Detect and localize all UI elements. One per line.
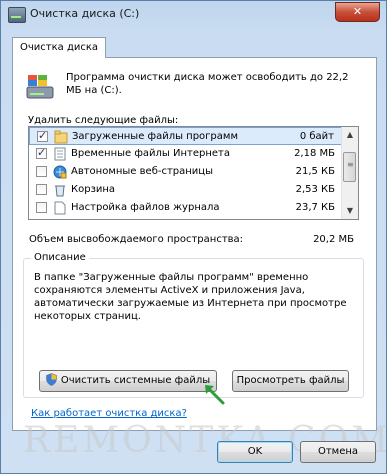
list-item[interactable]: Загруженные файлы программ 0 байт (29, 127, 343, 145)
file-checkbox[interactable] (36, 202, 47, 213)
tab-disk-cleanup[interactable]: Очистка диска (12, 37, 106, 58)
file-name: Настройка файлов журнала (71, 202, 220, 213)
file-size: 23,7 КБ (295, 202, 335, 213)
file-name: Загруженные файлы программ (72, 131, 238, 142)
ok-button[interactable]: OK (217, 441, 293, 463)
files-to-delete-label: Удалить следующие файлы: (28, 115, 179, 126)
file-size: 2,18 МБ (294, 148, 335, 159)
files-list[interactable]: Загруженные файлы программ 0 байт Времен… (28, 126, 359, 220)
description-group-title: Описание (31, 252, 89, 263)
clean-system-files-button[interactable]: Очистить системные файлы (39, 370, 217, 392)
file-size: 2,53 КБ (295, 184, 335, 195)
disk-cleanup-icon (26, 75, 54, 99)
scroll-up-arrow-icon[interactable]: ▲ (342, 127, 358, 143)
list-item[interactable]: Корзина 2,53 КБ (29, 181, 343, 199)
description-text: В папке "Загруженные файлы программ" вре… (34, 272, 347, 322)
view-files-button[interactable]: Просмотреть файлы (232, 370, 349, 392)
title-bar[interactable]: Очистка диска (C:) ✕ (1, 1, 386, 29)
green-pointer-arrow (205, 385, 225, 405)
file-size: 0 байт (299, 131, 334, 142)
list-scrollbar[interactable]: ▲ ▼ (341, 127, 358, 219)
disk-cleanup-app-icon (8, 7, 26, 23)
cancel-button[interactable]: Отмена (300, 441, 376, 463)
space-to-gain-value: 20,2 МБ (313, 234, 354, 245)
clean-system-files-label: Очистить системные файлы (60, 375, 211, 386)
list-item[interactable]: Временные файлы Интернета 2,18 МБ (29, 145, 343, 163)
file-checkbox[interactable] (37, 129, 48, 142)
scroll-down-arrow-icon[interactable]: ▼ (342, 203, 358, 219)
folder-icon (54, 130, 68, 144)
disk-cleanup-window: Очистка диска (C:) ✕ Очистка диска Прогр… (0, 0, 387, 474)
window-title: Очистка диска (C:) (30, 7, 140, 20)
file-checkbox[interactable] (36, 146, 47, 159)
file-name: Корзина (71, 184, 116, 195)
space-to-gain-label: Объем высвобождаемого пространства: (29, 234, 244, 245)
file-size: 21,5 КБ (295, 166, 335, 177)
file-name: Автономные веб-страницы (71, 166, 214, 177)
recycle-bin-icon (55, 185, 65, 197)
how-cleanup-works-link[interactable]: Как работает очистка диска? (31, 408, 187, 419)
cleanup-description: Программа очистки диска может освободить… (66, 72, 349, 96)
list-item[interactable]: Автономные веб-страницы 21,5 КБ (29, 163, 343, 181)
file-name: Временные файлы Интернета (71, 148, 230, 159)
blank-document-icon (54, 201, 66, 215)
list-item[interactable]: Настройка файлов журнала 23,7 КБ (29, 199, 343, 217)
uac-shield-icon (46, 373, 57, 386)
file-checkbox[interactable] (36, 184, 47, 195)
document-icon (54, 147, 66, 161)
file-checkbox[interactable] (36, 166, 47, 177)
scroll-thumb[interactable] (343, 152, 356, 182)
close-button[interactable]: ✕ (335, 2, 380, 22)
offline-pages-icon (53, 165, 67, 179)
